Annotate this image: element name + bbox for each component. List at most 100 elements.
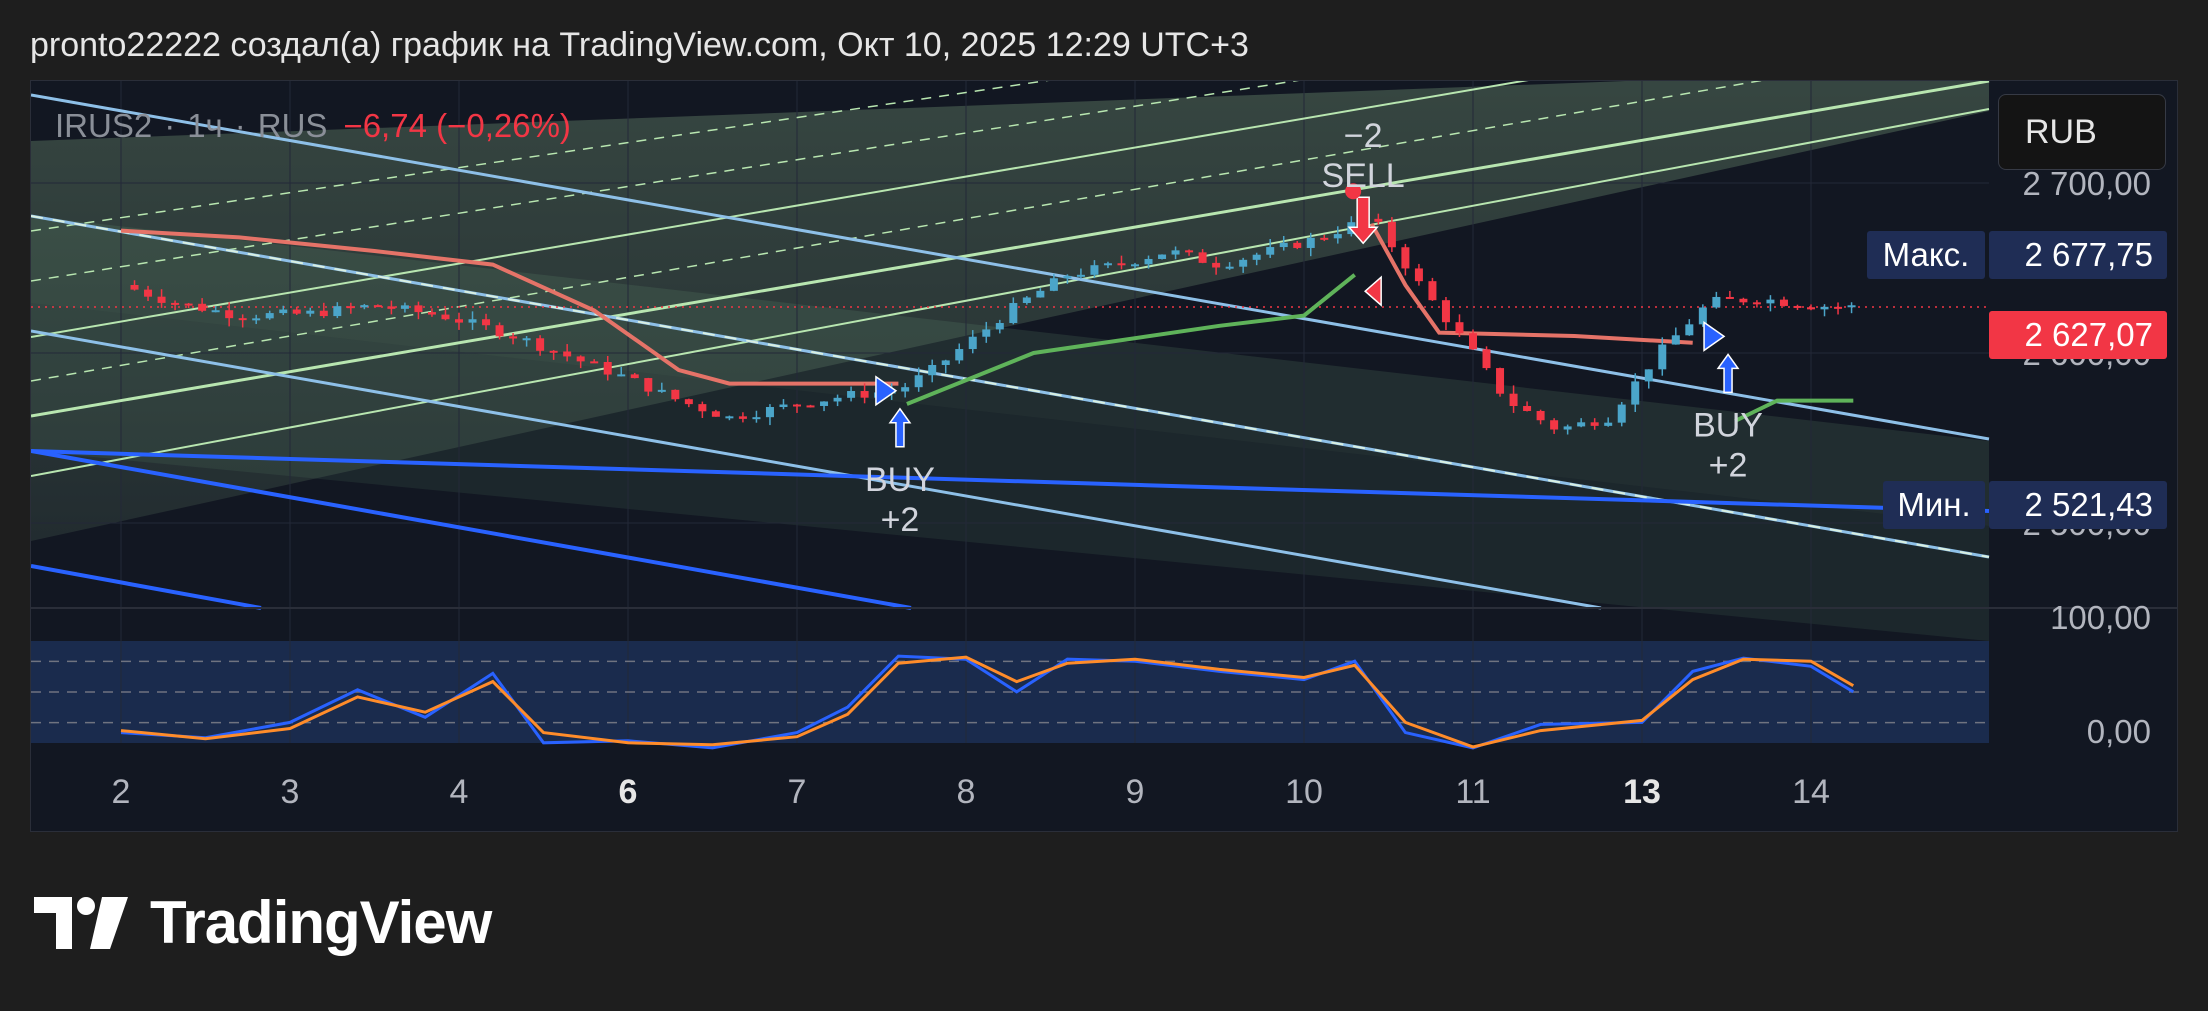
candle-body <box>1414 268 1423 282</box>
candle-body <box>400 305 409 309</box>
currency-button[interactable]: RUB <box>1998 94 2166 170</box>
candle-body <box>1333 234 1342 239</box>
candle-body <box>292 309 301 314</box>
symbol-info-row[interactable]: IRUS2 · 1ч · RUS −6,74 (−0,26%) <box>55 107 571 145</box>
buy-qty-label: +2 <box>881 501 920 539</box>
buy-label: BUY <box>1693 406 1763 444</box>
interval-label[interactable]: 1ч <box>187 107 223 144</box>
candle-body <box>1644 369 1653 382</box>
sell-entry-triangle <box>1364 275 1382 307</box>
candle-body <box>468 319 477 323</box>
candle-body <box>211 310 220 313</box>
candle-body <box>1252 254 1261 260</box>
candle-body <box>563 351 572 357</box>
candle-body <box>1631 381 1640 405</box>
candle-body <box>1752 302 1761 305</box>
chart-panel[interactable]: BUY +2 −2 SELL BUY +2 2 3 4 6 7 8 9 10 11 13 14 2 700,00… <box>30 80 2178 832</box>
candle-body <box>1387 221 1396 248</box>
candle-body <box>1604 422 1613 426</box>
sell-qty-label: −2 <box>1344 117 1383 155</box>
x-axis-tick-label: 14 <box>1792 773 1830 811</box>
candle-body <box>806 405 815 408</box>
candle-body <box>522 338 531 341</box>
trend-line-low <box>31 564 262 610</box>
candle-body <box>1103 263 1112 266</box>
candle-body <box>955 349 964 361</box>
x-axis-tick-label: 4 <box>450 773 469 811</box>
candle-body <box>1550 420 1559 430</box>
candle-body <box>928 365 937 376</box>
candle-body <box>671 389 680 400</box>
candle-body <box>698 404 707 412</box>
candle-body <box>1685 324 1694 336</box>
candle-body <box>360 305 369 308</box>
candle-body <box>1185 250 1194 253</box>
candle-body <box>198 303 207 311</box>
candle-body <box>765 407 774 418</box>
candle-body <box>1820 306 1829 310</box>
candle-body <box>373 305 382 308</box>
candle-body <box>1455 322 1464 334</box>
candle-body <box>1144 258 1153 265</box>
last-price-tag: 2 627,07 <box>1989 311 2167 359</box>
candle-body <box>1266 247 1275 255</box>
separator-dot: · <box>234 107 246 144</box>
min-price-label: Мин. <box>1883 481 1985 529</box>
candle-body <box>1563 426 1572 430</box>
x-axis-tick-label: 2 <box>112 773 131 811</box>
candle-body <box>279 309 288 314</box>
price-chart-svg[interactable]: BUY+2−2SELLBUY+2 2 3 4 6 7 8 9 10 11 13 142 700,00… <box>31 81 2178 832</box>
price-change: −6,74 (−0,26%) <box>343 107 571 144</box>
symbol-name[interactable]: IRUS2 <box>55 107 152 144</box>
candle-body <box>617 374 626 377</box>
candle-body <box>1847 305 1856 308</box>
buy-arrow-icon <box>1716 353 1740 394</box>
candle-body <box>509 336 518 339</box>
candle-body <box>982 329 991 337</box>
candle-body <box>130 285 139 290</box>
candle-body <box>995 323 1004 330</box>
candle-body <box>1523 406 1532 411</box>
candle-body <box>1090 265 1099 275</box>
candle-body <box>590 361 599 364</box>
candle-body <box>1293 242 1302 248</box>
candle-body <box>657 389 666 392</box>
candle-body <box>536 338 545 351</box>
candle-body <box>495 325 504 337</box>
candle-body <box>644 378 653 392</box>
candle-body <box>144 289 153 297</box>
candle-body <box>1577 422 1586 427</box>
candle-body <box>1712 296 1721 308</box>
candle-body <box>1509 393 1518 407</box>
candle-body <box>1590 422 1599 426</box>
candle-body <box>346 306 355 309</box>
candle-body <box>265 313 274 319</box>
min-price-tag: 2 521,43 <box>1989 481 2167 529</box>
tradingview-logo[interactable]: TradingView <box>34 888 492 957</box>
candle-body <box>1076 274 1085 277</box>
candle-body <box>1063 275 1072 279</box>
candle-body <box>1469 333 1477 350</box>
x-axis-tick-label: 3 <box>281 773 300 811</box>
candle-body <box>860 391 869 398</box>
max-price-label: Макс. <box>1867 231 1985 279</box>
buy-entry-triangle <box>1703 320 1726 352</box>
candle-body <box>1401 247 1410 269</box>
max-price-tag: 2 677,75 <box>1989 231 2167 279</box>
x-axis-tick-label: 6 <box>619 773 638 811</box>
candle-body <box>1658 344 1667 370</box>
candle-body <box>225 310 234 319</box>
candle-body <box>1239 259 1248 267</box>
candle-body <box>1496 368 1505 394</box>
candle-body <box>184 303 193 306</box>
candle-body <box>1225 266 1234 269</box>
candle-body <box>1807 307 1815 310</box>
candle-body <box>1131 264 1139 267</box>
x-axis-tick-label: 11 <box>1455 773 1490 811</box>
candle-body <box>306 310 315 314</box>
candle-body <box>603 361 612 375</box>
tradingview-brand-text: TradingView <box>150 889 492 956</box>
candle-body <box>387 306 396 309</box>
candle-body <box>1036 290 1045 298</box>
candle-body <box>1306 237 1315 248</box>
